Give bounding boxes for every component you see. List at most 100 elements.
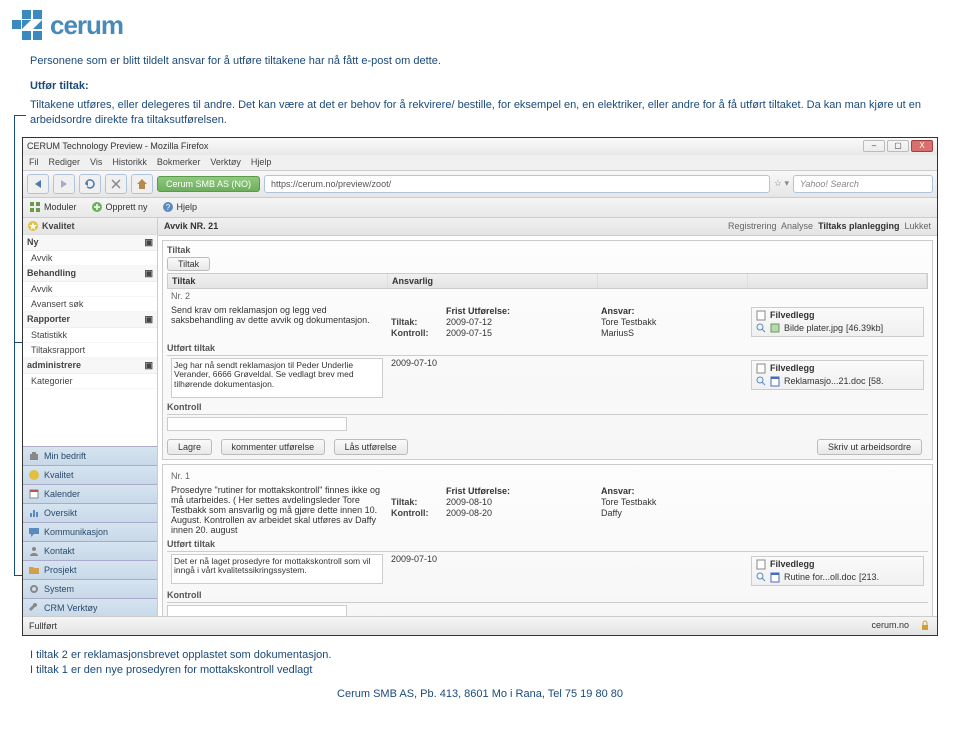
stack-kontakt[interactable]: Kontakt [23,541,157,560]
t2-file[interactable]: Bilde plater.jpg [46.39kb] [756,323,919,334]
menu-verktoy[interactable]: Verktøy [210,157,241,167]
side-group-rapporter[interactable]: Rapporter▣ [23,312,157,328]
tab-registrering[interactable]: Registrering [728,221,777,231]
nav-home[interactable] [131,174,153,194]
app-toolbar: Moduler Opprett ny ? Hjelp [23,198,937,218]
briefcase-icon [28,450,40,462]
home-icon [136,178,148,190]
toolbar-moduler[interactable]: Moduler [29,201,77,213]
phase-tabs: Registrering Analyse Tiltaks planlegging… [728,221,931,231]
footer-note-1: I tiltak 2 er reklamasjonsbrevet opplast… [30,648,930,663]
stack-kvalitet[interactable]: Kvalitet [23,465,157,484]
side-item-kategorier[interactable]: Kategorier [23,374,157,389]
stack-system[interactable]: System [23,579,157,598]
stack-prosjekt[interactable]: Prosjekt [23,560,157,579]
tab-lukket[interactable]: Lukket [904,221,931,231]
t1-utfort-date: 2009-07-10 [391,554,593,564]
table-header: Tiltak Ansvarlig [167,273,928,289]
toolbar-hjelp-label: Hjelp [177,202,198,212]
zoom-icon [756,376,767,387]
star-icon [28,469,40,481]
side-item-avvik[interactable]: Avvik [23,251,157,266]
t2-nr: Nr. 2 [167,289,928,303]
lagre-button[interactable]: Lagre [167,439,212,455]
chat-icon [28,526,40,538]
nav-forward[interactable] [53,174,75,194]
toolbar-hjelp[interactable]: ? Hjelp [162,201,198,213]
menu-fil[interactable]: Fil [29,157,39,167]
t1-file[interactable]: Rutine for...oll.doc [213. [756,572,919,583]
side-item-statistikk[interactable]: Statistikk [23,328,157,343]
dropdown-icon[interactable]: ☆ ▾ [774,178,789,189]
menu-bokmerker[interactable]: Bokmerker [157,157,201,167]
plus-icon [91,201,103,213]
search-field[interactable]: Yahoo! Search [793,175,933,193]
calendar-icon [28,488,40,500]
side-group-behandling[interactable]: Behandling▣ [23,266,157,282]
kommenter-button[interactable]: kommenter utførelse [221,439,326,455]
side-group-ny[interactable]: Ny▣ [23,235,157,251]
side-group-admin[interactable]: administrere▣ [23,358,157,374]
logo: cerum [0,0,960,54]
tab-tiltak-button[interactable]: Tiltak [167,257,210,271]
menu-historikk[interactable]: Historikk [112,157,147,167]
window-maximize[interactable]: ▢ [887,140,909,152]
gear-icon [28,583,40,595]
t2-filvedlegg2: Filvedlegg Reklamasjo...21.doc [58. [751,360,924,390]
col-tiltak: Tiltak [168,274,388,288]
attachment-icon [756,559,767,570]
side-item-avvik2[interactable]: Avvik [23,282,157,297]
side-item-avansert[interactable]: Avansert søk [23,297,157,312]
tab-label: Cerum SMB AS (NO) [166,179,251,189]
t2-content: Send krav om reklamasjon og legg ved sak… [167,303,928,341]
tiltak-label: Tiltak [167,245,928,255]
nav-reload[interactable] [79,174,101,194]
t1-kontroll-head: Kontroll [167,588,928,603]
toolbar-opprett[interactable]: Opprett ny [91,201,148,213]
logo-icon [10,8,44,42]
doc-icon [770,376,781,387]
stack-minbedrift[interactable]: Min bedrift [23,446,157,465]
t2-utfort-text[interactable]: Jeg har nå sendt reklamasjon til Peder U… [171,358,383,398]
stack-oversikt[interactable]: Oversikt [23,503,157,522]
t1-utfort-head: Utført tiltak [167,537,928,552]
menu-vis[interactable]: Vis [90,157,102,167]
stack-kommunikasjon[interactable]: Kommunikasjon [23,522,157,541]
sidebar-head: Kvalitet [23,218,157,235]
quality-icon [27,220,39,232]
t1-desc: Prosedyre "rutiner for mottakskontroll" … [167,483,387,537]
status-text: Fullført [29,621,57,631]
tab-planlegging[interactable]: Tiltaks planlegging [818,221,899,231]
url-field[interactable]: https://cerum.no/preview/zoot/ [264,175,770,193]
stack-crm[interactable]: CRM Verktøy [23,598,157,617]
tab-analyse[interactable]: Analyse [781,221,813,231]
window-close[interactable]: X [911,140,933,152]
side-item-tiltaksrapport[interactable]: Tiltaksrapport [23,343,157,358]
window-minimize[interactable]: – [863,140,885,152]
zoom-icon [756,572,767,583]
stack-kalender[interactable]: Kalender [23,484,157,503]
modules-icon [29,201,41,213]
browser-nav: Cerum SMB AS (NO) https://cerum.no/previ… [23,170,937,198]
help-icon: ? [162,201,174,213]
t2-utfort-date: 2009-07-10 [391,358,593,368]
browser-tab[interactable]: Cerum SMB AS (NO) [157,176,260,192]
url-text: https://cerum.no/preview/zoot/ [271,179,391,189]
las-button[interactable]: Lås utførelse [334,439,408,455]
col-ansvarlig: Ansvarlig [388,274,598,288]
menu-hjelp[interactable]: Hjelp [251,157,272,167]
toolbar-moduler-label: Moduler [44,202,77,212]
svg-text:?: ? [165,203,170,212]
menu-rediger[interactable]: Rediger [49,157,81,167]
tiltak-2: Tiltak Tiltak Tiltak Ansvarlig Nr. 2 Sen… [162,240,933,460]
t1-utfort-text[interactable]: Det er nå laget prosedyre for mottakskon… [171,554,383,584]
skriv-button[interactable]: Skriv ut arbeidsordre [817,439,922,455]
t2-file2[interactable]: Reklamasjo...21.doc [58. [756,376,919,387]
nav-back[interactable] [27,174,49,194]
window-title: CERUM Technology Preview - Mozilla Firef… [27,141,208,151]
nav-stop[interactable] [105,174,127,194]
intro-line: Personene som er blitt tildelt ansvar fo… [30,54,930,69]
kontroll-input[interactable] [167,417,347,431]
zoom-icon [756,323,767,334]
person-icon [28,545,40,557]
